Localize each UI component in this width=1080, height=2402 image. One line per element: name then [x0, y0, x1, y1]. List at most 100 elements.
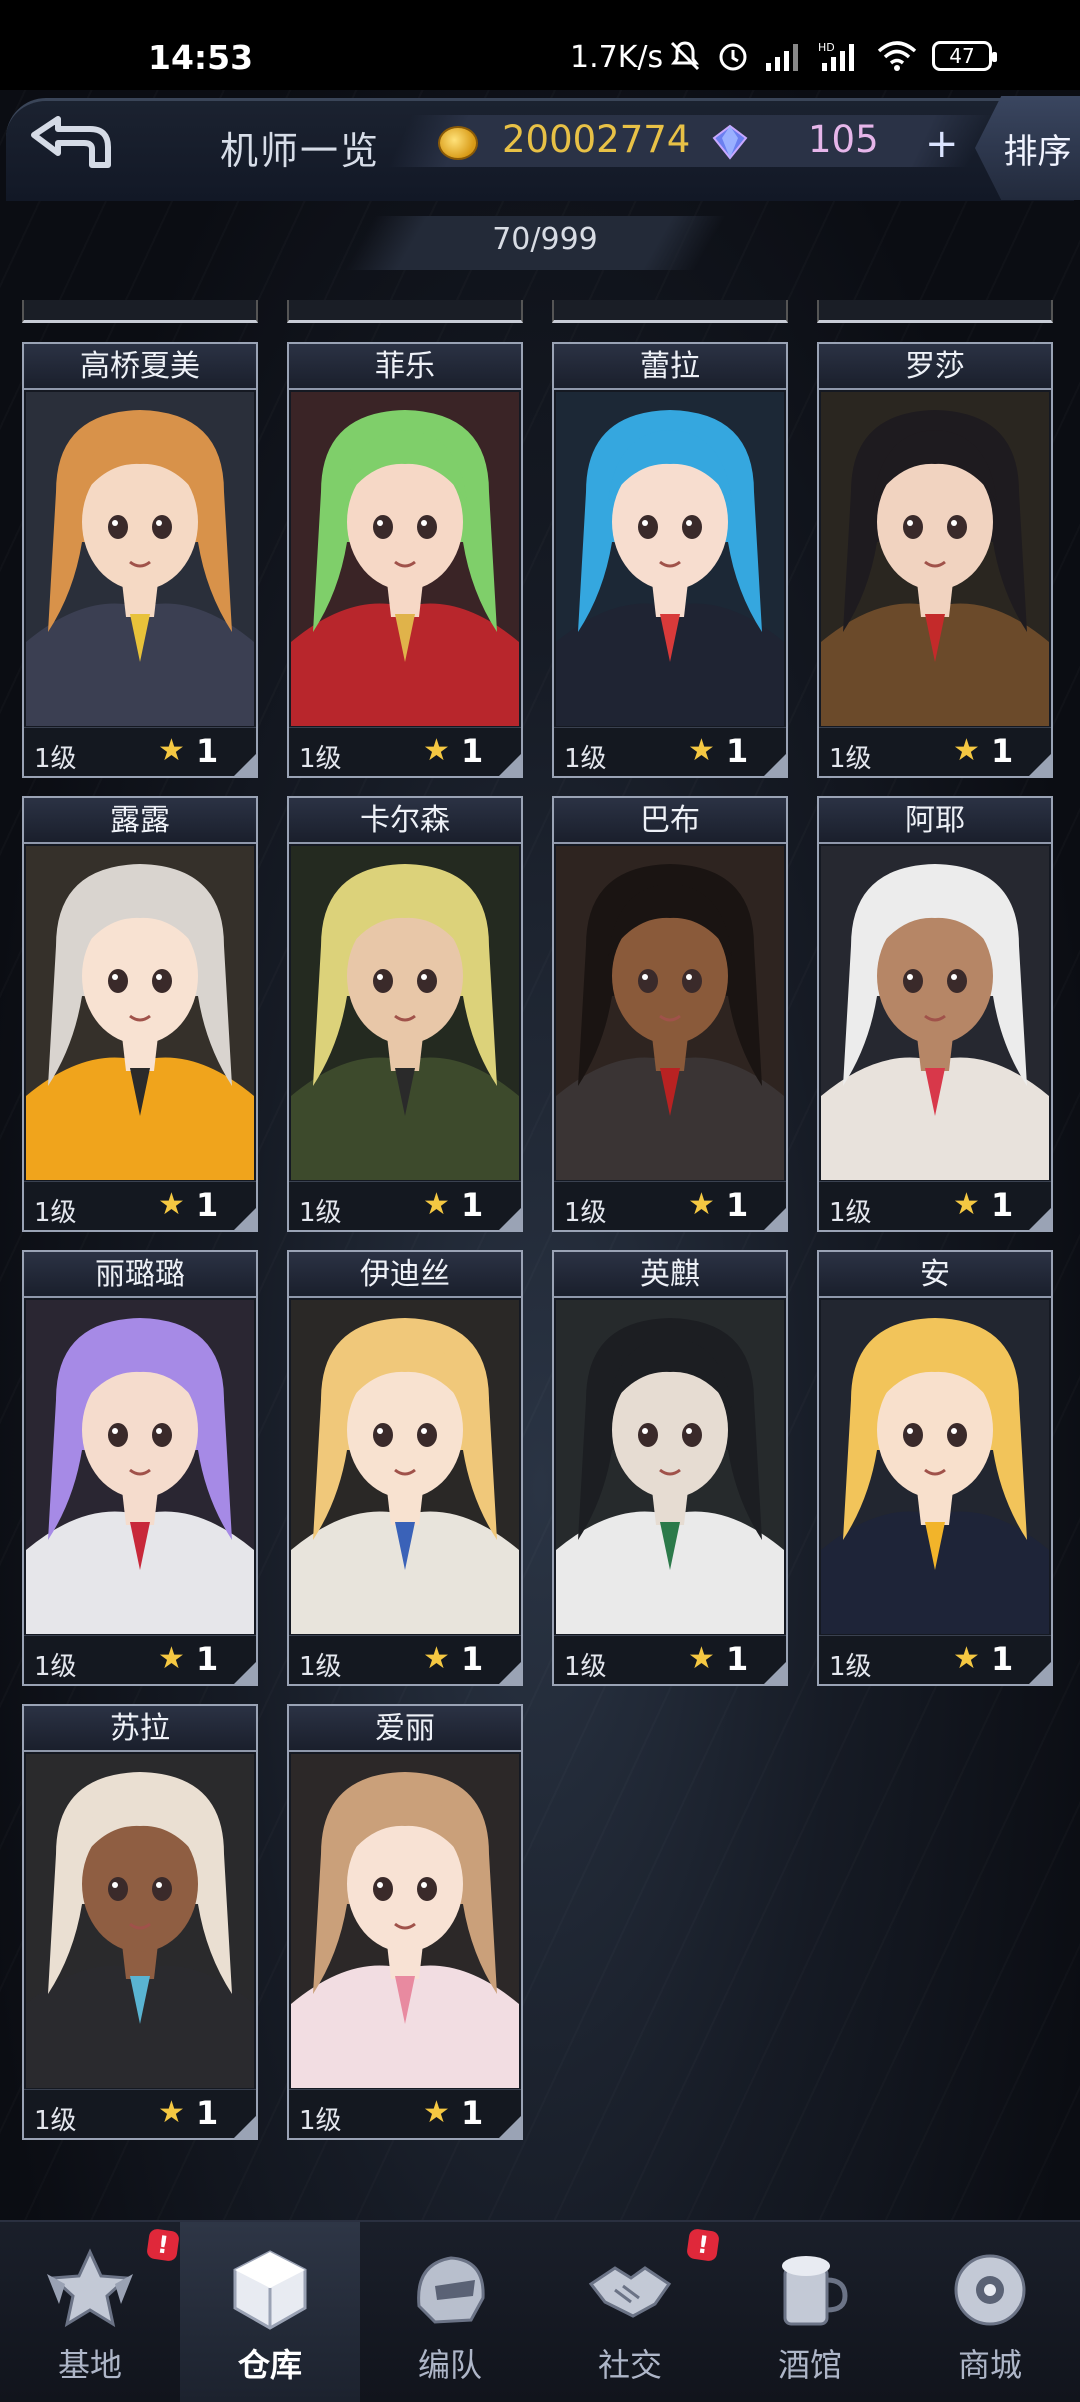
nav-item[interactable]: 商城	[900, 2222, 1080, 2402]
battery-level: 47	[949, 44, 975, 68]
pilot-card[interactable]: 菲乐 1级 ★ 1	[287, 342, 523, 778]
pilot-name: 蕾拉	[554, 344, 786, 390]
battery-icon: 47	[932, 41, 997, 71]
star-icon: ★	[423, 733, 450, 768]
back-button[interactable]	[14, 108, 124, 178]
pilot-star-rank: 1	[461, 2094, 484, 2132]
pilot-name: 卡尔森	[289, 798, 521, 844]
pilot-name: 露露	[24, 798, 256, 844]
status-bar: 14:53 1.7K/s HD 47	[0, 0, 1080, 90]
pilot-card-footer: 1级 ★ 1	[24, 2089, 256, 2138]
pilot-card[interactable]: 罗莎 1级 ★ 1	[817, 342, 1053, 778]
shop-robot-icon	[945, 2244, 1035, 2334]
pilot-card[interactable]: 蕾拉 1级 ★ 1	[552, 342, 788, 778]
wifi-icon	[877, 41, 917, 71]
nav-label: 商城	[957, 2346, 1022, 2384]
pilot-card[interactable]: 丽璐璐 1级 ★ 1	[22, 1250, 258, 1686]
status-icons: HD 47	[668, 36, 997, 76]
pilot-card[interactable]: 英麒 1级 ★ 1	[552, 1250, 788, 1686]
star-icon: ★	[423, 2095, 450, 2130]
pilot-name: 罗莎	[819, 344, 1051, 390]
signal-icon	[766, 44, 798, 71]
portrait-art	[821, 846, 1049, 1180]
pilot-card[interactable]: 爱丽 1级 ★ 1	[287, 1704, 523, 2140]
star-icon: ★	[158, 733, 185, 768]
pilot-card[interactable]: 伊迪丝 1级 ★ 1	[287, 1250, 523, 1686]
pilot-name: 高桥夏美	[24, 344, 256, 390]
notification-badge: !	[146, 2228, 180, 2262]
handshake-icon	[585, 2244, 675, 2334]
tavern-mug-icon	[765, 2244, 855, 2334]
pilot-card[interactable]: 卡尔森 1级 ★ 1	[287, 796, 523, 1232]
portrait-art	[556, 392, 784, 726]
pilot-level: 1级	[34, 1198, 77, 1228]
pilot-card-footer: 1级 ★ 1	[819, 1181, 1051, 1230]
pilot-level: 1级	[299, 1652, 342, 1682]
pilot-grid[interactable]: 高桥夏美 1级 ★ 1 菲乐 1级 ★ 1 蕾拉 1级 ★ 1 罗莎 1级 ★ 1 露露 1级 ★ 1 卡尔森 1级 ★ 1 巴…	[22, 300, 1062, 2160]
pilot-level: 1级	[829, 1198, 872, 1228]
svg-text:HD: HD	[818, 41, 835, 54]
pilot-level: 1级	[34, 744, 77, 774]
pilot-level: 1级	[34, 2106, 77, 2136]
nav-item[interactable]: 基地!	[0, 2222, 180, 2402]
star-icon: ★	[158, 1641, 185, 1676]
star-icon: ★	[423, 1187, 450, 1222]
base-emblem-icon	[45, 2244, 135, 2334]
pilot-name: 阿耶	[819, 798, 1051, 844]
page-title: 机师一览	[220, 129, 381, 173]
pilot-card[interactable]: 阿耶 1级 ★ 1	[817, 796, 1053, 1232]
pilot-card[interactable]: 安 1级 ★ 1	[817, 1250, 1053, 1686]
gold-coin-amount: 20002774	[502, 118, 691, 161]
pilot-portrait	[291, 1754, 519, 2088]
pilot-star-rank: 1	[461, 1640, 484, 1678]
diamond-icon	[712, 124, 748, 160]
pilot-name: 安	[819, 1252, 1051, 1298]
pilot-card-footer: 1级 ★ 1	[289, 1181, 521, 1230]
portrait-art	[556, 846, 784, 1180]
pilot-star-rank: 1	[991, 1186, 1014, 1224]
pilot-star-rank: 1	[196, 732, 219, 770]
pilot-card-footer: 1级 ★ 1	[24, 1635, 256, 1684]
nav-label: 社交	[597, 2346, 662, 2384]
pilot-star-rank: 1	[726, 1640, 749, 1678]
star-icon: ★	[688, 1641, 715, 1676]
warehouse-cube-icon	[225, 2244, 315, 2334]
star-icon: ★	[688, 733, 715, 768]
header-bar: 机师一览 20002774 105 + 排序	[0, 90, 1080, 210]
pilot-level: 1级	[829, 744, 872, 774]
pilot-card-footer: 1级 ★ 1	[289, 1635, 521, 1684]
nav-label: 编队	[417, 2346, 482, 2384]
squad-helmet-icon	[405, 2244, 495, 2334]
pilot-card-footer: 1级 ★ 1	[24, 727, 256, 776]
pilot-star-rank: 1	[991, 732, 1014, 770]
pilot-card-footer: 1级 ★ 1	[24, 1181, 256, 1230]
pilot-star-rank: 1	[196, 2094, 219, 2132]
nav-item[interactable]: 酒馆	[720, 2222, 900, 2402]
nav-item[interactable]: 仓库	[180, 2222, 360, 2402]
pilot-card[interactable]: 巴布 1级 ★ 1	[552, 796, 788, 1232]
add-diamond-button[interactable]: +	[925, 124, 959, 164]
nav-item[interactable]: 编队	[360, 2222, 540, 2402]
pilot-star-rank: 1	[461, 1186, 484, 1224]
pilot-portrait	[821, 392, 1049, 726]
partial-card	[817, 300, 1053, 323]
pilot-card-footer: 1级 ★ 1	[289, 2089, 521, 2138]
pilot-card-footer: 1级 ★ 1	[554, 727, 786, 776]
pilot-card[interactable]: 苏拉 1级 ★ 1	[22, 1704, 258, 2140]
alarm-icon	[719, 43, 747, 71]
pilot-portrait	[556, 846, 784, 1180]
portrait-art	[26, 846, 254, 1180]
pilot-level: 1级	[564, 1652, 607, 1682]
notification-badge: !	[686, 2228, 720, 2262]
nav-item[interactable]: 社交!	[540, 2222, 720, 2402]
pilot-card-footer: 1级 ★ 1	[554, 1635, 786, 1684]
status-time: 14:53	[148, 38, 254, 77]
pilot-card[interactable]: 露露 1级 ★ 1	[22, 796, 258, 1232]
partial-card	[22, 300, 258, 323]
portrait-art	[821, 1300, 1049, 1634]
pilot-portrait	[291, 1300, 519, 1634]
pilot-portrait	[26, 1754, 254, 2088]
pilot-card[interactable]: 高桥夏美 1级 ★ 1	[22, 342, 258, 778]
pilot-level: 1级	[564, 1198, 607, 1228]
portrait-art	[291, 846, 519, 1180]
